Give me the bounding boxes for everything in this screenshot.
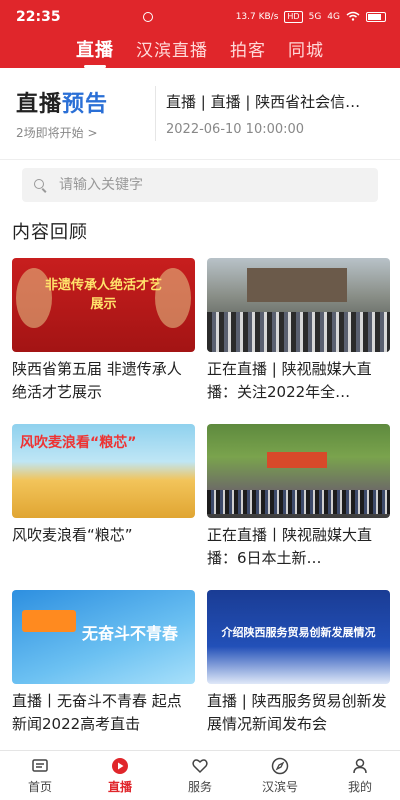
compass-icon <box>271 757 289 774</box>
search-icon <box>34 178 47 192</box>
nav-hanbin-hao[interactable]: 汉滨号 <box>240 751 320 800</box>
service-icon <box>192 758 208 773</box>
top-bar: 22:35 13.7 KB/s HD 5G 4G 直播 汉滨直播 拍客 同城 <box>0 0 400 68</box>
person-icon <box>353 758 367 773</box>
thumb-caption: 无奋斗不青春 <box>82 624 179 643</box>
preview-time: 2022-06-10 10:00:00 <box>166 121 305 137</box>
bottom-nav: 首页 直播 服务 汉滨号 我的 <box>0 750 400 800</box>
card-thumbnail: 非遗传承人绝活才艺展示 <box>12 258 195 352</box>
app-screen: 22:35 13.7 KB/s HD 5G 4G 直播 汉滨直播 拍客 同城 直… <box>0 0 400 800</box>
preview-live-title: 直播 | 直播 | 陕西省社会信… <box>166 92 361 111</box>
status-bar: 22:35 13.7 KB/s HD 5G 4G <box>0 0 400 34</box>
tab-hanbin-live[interactable]: 汉滨直播 <box>136 36 208 67</box>
net-speed: 13.7 KB/s <box>235 12 279 22</box>
status-indicators: 13.7 KB/s HD 5G 4G <box>236 11 386 24</box>
card-title: 正在直播 | 陕视融媒大直播：关注2022年全… <box>207 360 372 401</box>
crowd-image <box>207 490 390 514</box>
play-icon <box>112 757 128 774</box>
card-thumbnail: 无奋斗不青春 <box>12 590 195 684</box>
hd-badge: HD <box>284 11 303 23</box>
preview-title: 直播预告 <box>16 86 147 118</box>
alarm-icon <box>143 12 154 22</box>
card-thumbnail <box>207 424 390 518</box>
live-preview[interactable]: 直播预告 2场即将开始 > 直播 | 直播 | 陕西省社会信… 2022-06-… <box>0 68 400 160</box>
card-thumbnail <box>207 258 390 352</box>
preview-header: 直播预告 2场即将开始 > <box>16 86 156 141</box>
preview-title-accent: 预告 <box>62 92 109 117</box>
wifi-icon <box>346 11 360 24</box>
crowd-image <box>207 312 390 352</box>
tab-paike[interactable]: 拍客 <box>230 36 266 67</box>
card-title: 直播丨无奋斗不青春 起点新闻2022高考直击 <box>12 692 182 733</box>
nav-mine[interactable]: 我的 <box>320 751 400 800</box>
nav-label: 服务 <box>187 779 212 794</box>
search-input[interactable] <box>59 177 339 193</box>
nav-label: 首页 <box>27 779 52 794</box>
section-title: 内容回顾 <box>12 222 88 243</box>
chevron-right-icon: > <box>87 126 98 140</box>
school-gate-image <box>267 452 327 468</box>
status-time: 22:35 <box>16 9 61 25</box>
date-badge <box>22 610 76 632</box>
content-card[interactable]: 正在直播丨陕视融媒大直播：6日本土新… <box>207 424 390 590</box>
content-card[interactable]: 无奋斗不青春 直播丨无奋斗不青春 起点新闻2022高考直击 <box>12 590 195 756</box>
nav-label: 直播 <box>107 779 132 794</box>
preview-title-main: 直播 <box>16 92 63 117</box>
card-title: 风吹麦浪看“粮芯” <box>12 526 133 544</box>
network-4g: 4G <box>327 12 340 22</box>
home-icon <box>32 758 48 772</box>
preview-item[interactable]: 直播 | 直播 | 陕西省社会信… 2022-06-10 10:00:00 <box>156 91 384 137</box>
content-grid: 非遗传承人绝活才艺展示 陕西省第五届 非遗传承人绝活才艺展示 正在直播 | 陕视… <box>12 258 400 756</box>
preview-subtitle[interactable]: 2场即将开始 > <box>16 124 147 141</box>
top-tabs: 直播 汉滨直播 拍客 同城 <box>0 34 400 68</box>
nav-label: 我的 <box>347 779 372 794</box>
school-gate-image <box>247 268 347 302</box>
tab-tongcheng[interactable]: 同城 <box>288 36 324 67</box>
thumb-caption: 介绍陕西服务贸易创新发展情况 <box>221 626 376 639</box>
preview-count: 2场即将开始 <box>16 126 84 140</box>
nav-label: 汉滨号 <box>261 779 298 794</box>
content-card[interactable]: 介绍陕西服务贸易创新发展情况 直播 | 陕西服务贸易创新发展情况新闻发布会 <box>207 590 390 756</box>
content-card[interactable]: 风吹麦浪看“粮芯” 风吹麦浪看“粮芯” <box>12 424 195 590</box>
battery-icon <box>366 12 386 22</box>
thumb-caption: 非遗传承人绝活才艺展示 <box>44 278 162 312</box>
network-5g: 5G <box>308 12 322 22</box>
nav-live[interactable]: 直播 <box>80 751 160 800</box>
content-card[interactable]: 非遗传承人绝活才艺展示 陕西省第五届 非遗传承人绝活才艺展示 <box>12 258 195 424</box>
card-title: 直播 | 陕西服务贸易创新发展情况新闻发布会 <box>207 692 387 733</box>
card-thumbnail: 风吹麦浪看“粮芯” <box>12 424 195 518</box>
card-title: 陕西省第五届 非遗传承人绝活才艺展示 <box>12 360 182 401</box>
search-bar[interactable] <box>22 168 378 202</box>
card-title: 正在直播丨陕视融媒大直播：6日本土新… <box>207 526 373 567</box>
content-card[interactable]: 正在直播 | 陕视融媒大直播：关注2022年全… <box>207 258 390 424</box>
nav-home[interactable]: 首页 <box>0 751 80 800</box>
card-thumbnail: 介绍陕西服务贸易创新发展情况 <box>207 590 390 684</box>
nav-service[interactable]: 服务 <box>160 751 240 800</box>
thumb-caption: 风吹麦浪看“粮芯” <box>20 435 137 451</box>
tab-live[interactable]: 直播 <box>76 36 114 68</box>
